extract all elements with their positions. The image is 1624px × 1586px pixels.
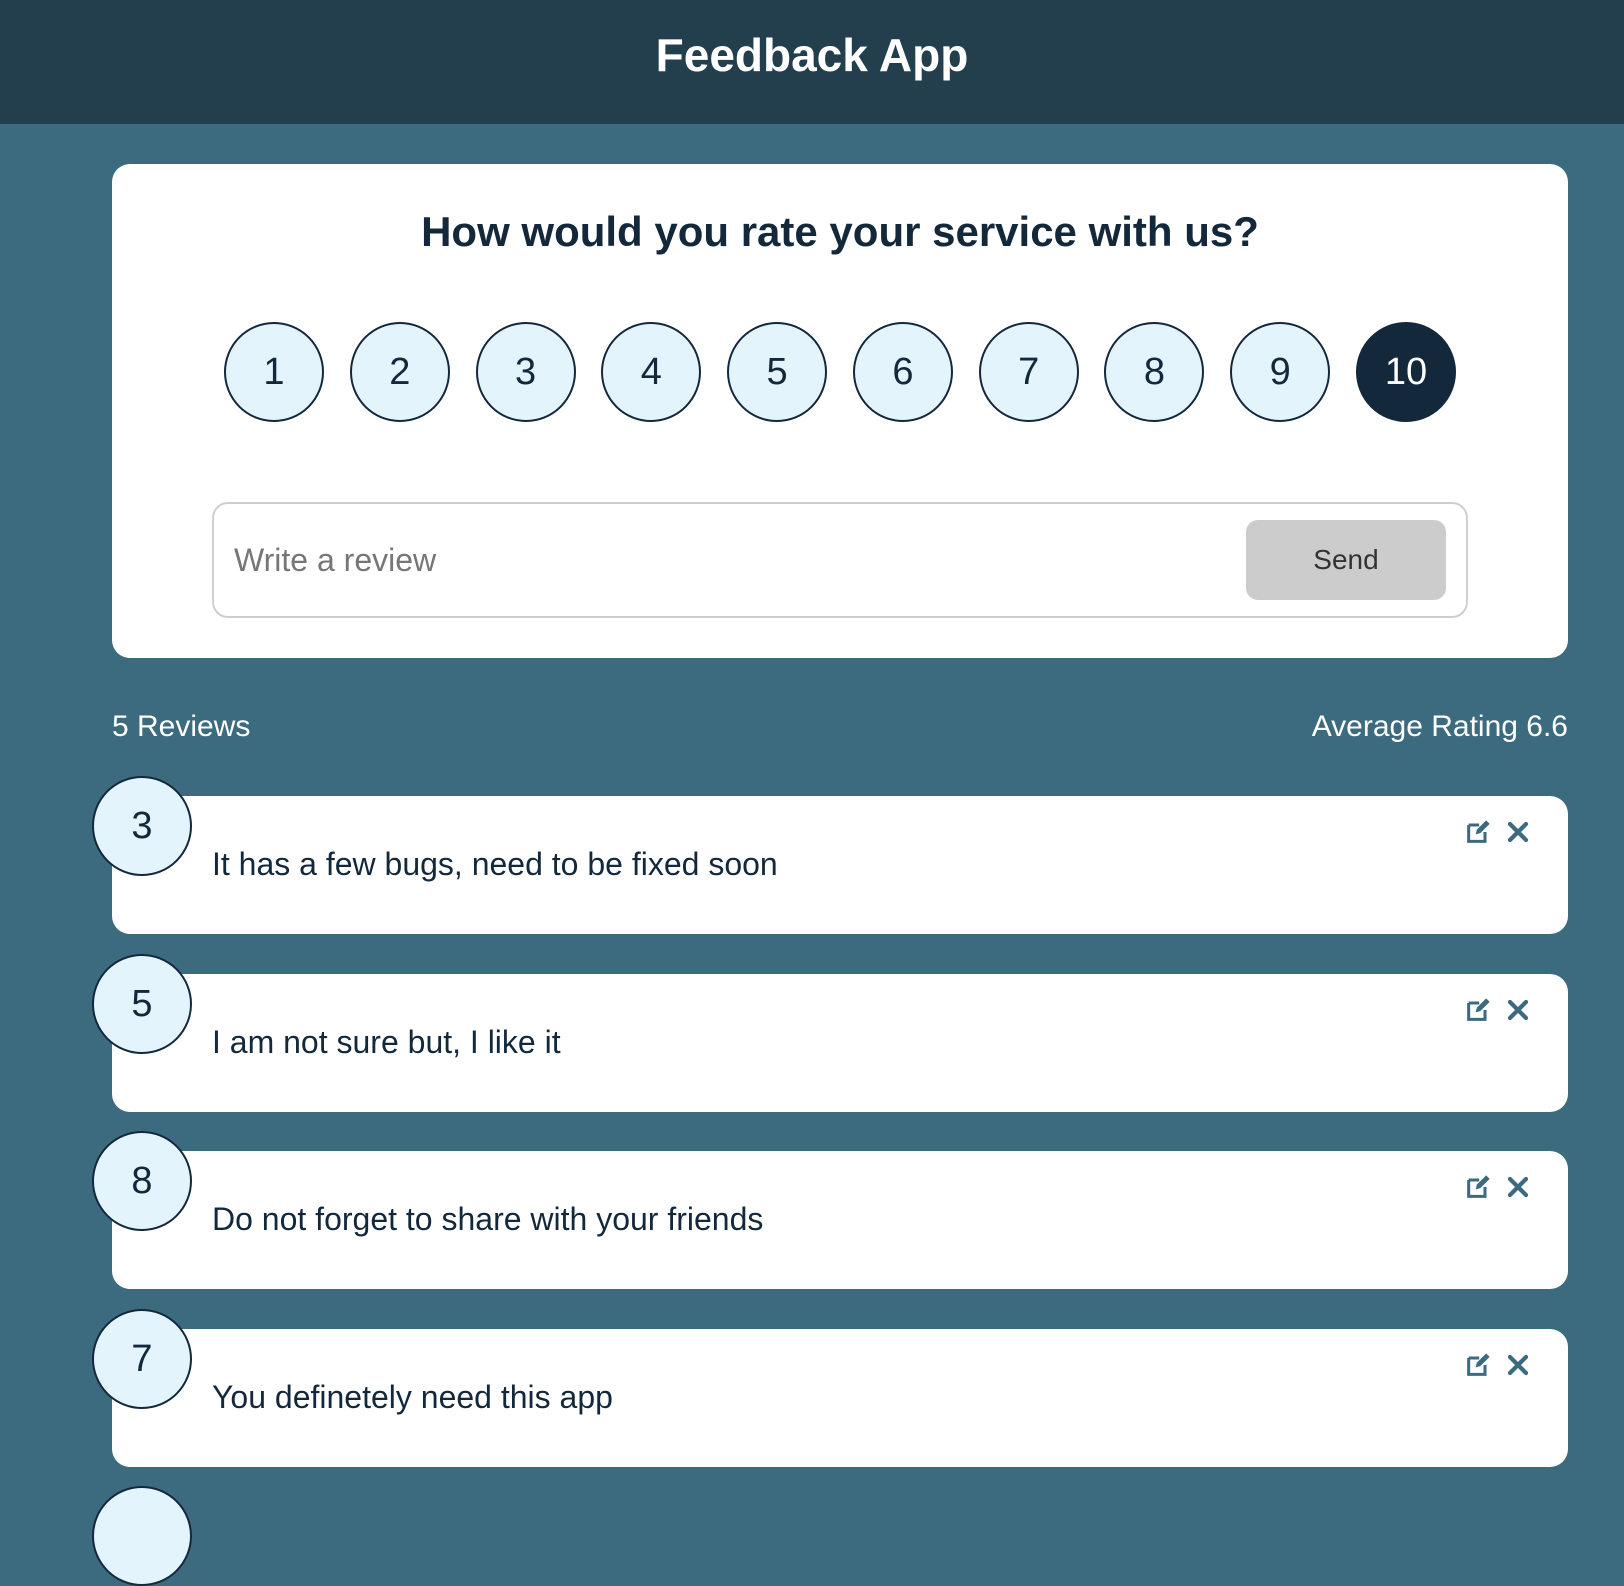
review-text: I am not sure but, I like it <box>212 1024 561 1060</box>
close-icon[interactable] <box>1502 994 1534 1026</box>
review-text: Do not forget to share with your friends <box>212 1201 764 1237</box>
review-rating-badge: 5 <box>92 954 192 1054</box>
edit-icon[interactable] <box>1462 816 1494 848</box>
review-card: 3 It has a few bugs, need to be fixed so… <box>92 776 1568 934</box>
rating-question: How would you rate your service with us? <box>421 208 1259 255</box>
review-text: It has a few bugs, need to be fixed soon <box>212 846 778 882</box>
close-icon[interactable] <box>1502 816 1534 848</box>
review-card: 8 Do not forget to share with your frien… <box>92 1131 1568 1289</box>
close-icon[interactable] <box>1502 1171 1534 1203</box>
review-rating-badge: 8 <box>92 1131 192 1231</box>
review-text: You definetely need this app <box>212 1379 613 1415</box>
review-input[interactable] <box>232 530 1222 590</box>
review-form: Send <box>212 502 1468 618</box>
rating-option-7[interactable]: 7 <box>978 322 1079 422</box>
review-card: 5 I am not sure but, I like it <box>92 954 1568 1112</box>
review-rating-badge: 3 <box>92 776 192 876</box>
rating-card: How would you rate your service with us?… <box>112 164 1568 658</box>
close-icon[interactable] <box>1502 1349 1534 1381</box>
edit-icon[interactable] <box>1462 1349 1494 1381</box>
rating-option-2[interactable]: 2 <box>349 322 450 422</box>
app-title: Feedback App <box>655 29 969 81</box>
rating-option-4[interactable]: 4 <box>601 322 702 422</box>
edit-icon[interactable] <box>1462 994 1494 1026</box>
review-count: 5 Reviews <box>112 710 251 743</box>
rating-options: 1 2 3 4 5 6 7 8 9 10 <box>224 322 1456 422</box>
rating-option-5[interactable]: 5 <box>727 322 828 422</box>
review-rating-badge: 7 <box>92 1309 192 1409</box>
rating-option-9[interactable]: 9 <box>1230 322 1331 422</box>
average-rating: Average Rating 6.6 <box>1311 710 1568 743</box>
edit-icon[interactable] <box>1462 1171 1494 1203</box>
app-header: Feedback App <box>0 0 1624 124</box>
rating-option-10[interactable]: 10 <box>1356 322 1456 422</box>
rating-option-8[interactable]: 8 <box>1104 322 1205 422</box>
rating-option-6[interactable]: 6 <box>852 322 953 422</box>
review-stats: 5 Reviews Average Rating 6.6 <box>112 704 1568 750</box>
review-rating-badge-partial <box>92 1486 192 1586</box>
send-button[interactable]: Send <box>1246 520 1446 600</box>
rating-option-1[interactable]: 1 <box>224 322 324 422</box>
rating-option-3[interactable]: 3 <box>475 322 576 422</box>
review-card: 7 You definetely need this app <box>92 1309 1568 1467</box>
